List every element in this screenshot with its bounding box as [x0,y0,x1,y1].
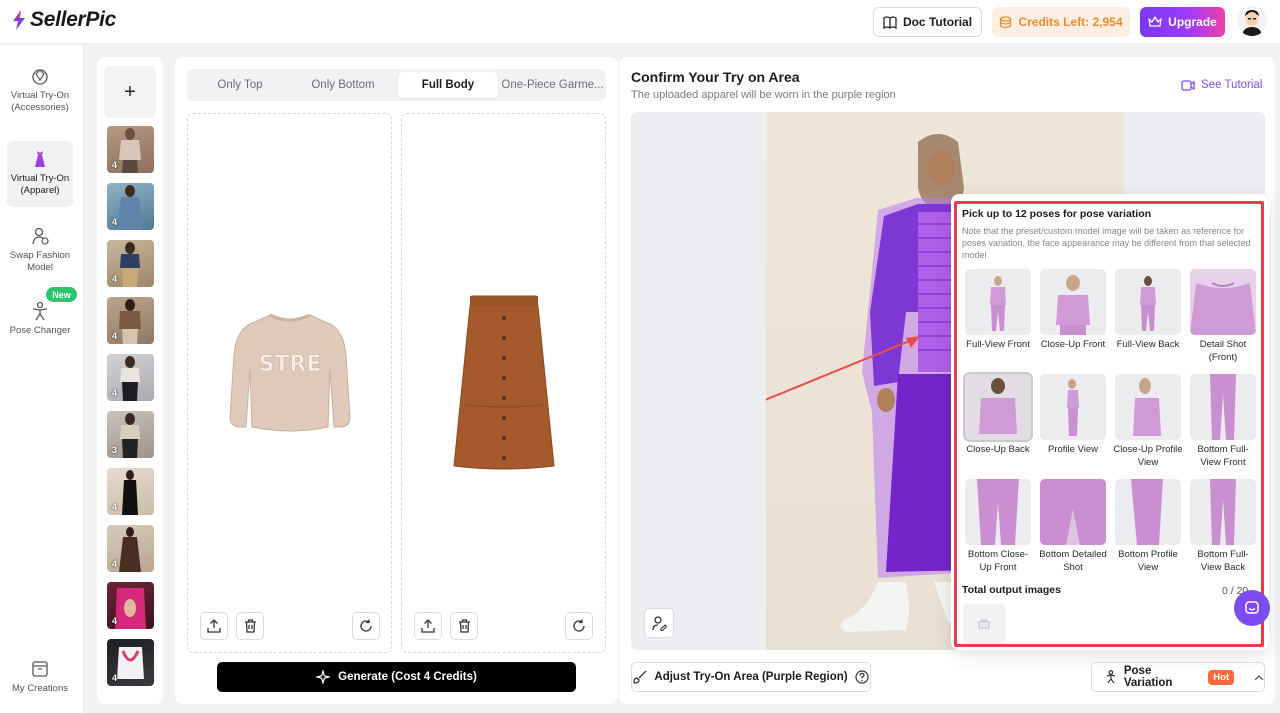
pose-option[interactable]: Full-View Front [963,269,1033,351]
person-settings-button[interactable] [644,608,674,638]
chevron-up-icon [1254,674,1264,680]
svg-text:STRE: STRE [259,352,322,377]
chat-icon [1245,601,1259,614]
tab-full-body[interactable]: Full Body [398,72,498,98]
upload-icon [421,619,435,633]
garment-panel: Only Top Only Bottom Full Body One-Piece… [175,57,618,704]
top-header: SellerPic Doc Tutorial Credits Left: 2,9… [0,0,1280,44]
upgrade-button[interactable]: Upgrade [1140,7,1225,37]
total-output-label: Total output images [962,584,1061,596]
user-avatar[interactable] [1237,6,1267,36]
coins-icon [1000,15,1012,28]
pose-option[interactable]: Close-Up Front [1038,269,1108,351]
popover-note: Note that the preset/custom model image … [962,226,1251,260]
help-icon[interactable] [854,670,869,684]
tab-only-bottom[interactable]: Only Bottom [293,72,393,98]
trash-icon [458,619,470,633]
upload-icon [207,619,221,633]
brush-icon [633,670,647,684]
history-thumbnail[interactable]: 4 [107,354,154,401]
generate-button[interactable]: Generate (Cost 4 Credits) [217,662,576,692]
see-tutorial-link[interactable]: See Tutorial [1181,79,1262,91]
tab-one-piece-garment[interactable]: One-Piece Garme... [502,72,603,98]
history-thumbnail[interactable]: 4 [107,240,154,287]
skirt-image [453,295,555,470]
pose-option[interactable]: Profile View [1038,374,1108,456]
book-icon [883,15,897,29]
pose-option[interactable]: Bottom Profile View [1113,479,1183,574]
hot-badge: Hot [1208,669,1235,685]
support-chat-button[interactable] [1234,590,1270,626]
nav-pose-changer[interactable]: Pose Changer [7,293,73,353]
crown-icon [1148,16,1162,27]
refresh-icon [573,619,585,632]
pose-icon [32,301,48,321]
pose-option[interactable]: Close-Up Back [963,372,1033,456]
output-placeholder [963,604,1005,644]
bolt-icon [13,10,25,30]
pose-icon [1106,670,1116,684]
bottom-garment-slot[interactable] [401,113,606,653]
garment-type-tabs: Only Top Only Bottom Full Body One-Piece… [187,69,606,101]
replace-button[interactable] [352,612,380,640]
pose-option[interactable]: Full-View Back [1113,269,1183,351]
pose-option[interactable]: Bottom Detailed Shot [1038,479,1108,574]
refresh-icon [360,619,372,632]
pose-option[interactable]: Detail Shot (Front) [1188,269,1258,364]
history-thumbnail[interactable]: 3 [107,411,154,458]
person-swap-icon [32,227,49,245]
credits-badge[interactable]: Credits Left: 2,954 [992,7,1130,37]
pose-option[interactable]: Bottom Full-View Back [1188,479,1258,574]
upload-button[interactable] [414,612,442,640]
history-thumbnail[interactable]: 4 [107,183,154,230]
history-thumbnail[interactable]: 4 [107,126,154,173]
left-nav: Virtual Try-On (Accessories) Virtual Try… [0,45,84,713]
nav-virtual-tryon-accessories[interactable]: Virtual Try-On (Accessories) [7,58,73,128]
pose-option[interactable]: Close-Up Profile View [1113,374,1183,469]
pose-option[interactable]: Bottom Close-Up Front [963,479,1033,574]
add-button[interactable]: + [104,66,156,118]
gem-icon [32,69,48,85]
history-thumbnail[interactable]: 4 [107,639,154,686]
pose-variation-popover: Pick up to 12 poses for pose variation N… [951,194,1269,650]
sweatshirt-image: STRE [229,313,351,432]
nav-swap-fashion-model[interactable]: Swap Fashion Model [7,218,73,278]
trash-icon [244,619,256,633]
nav-my-creations[interactable]: My Creations [7,651,73,697]
logo[interactable]: SellerPic [12,8,116,32]
folder-icon [32,661,48,677]
new-badge: New [46,287,77,302]
adjust-tryon-area-button[interactable]: Adjust Try-On Area (Purple Region) [631,662,871,692]
history-thumbnail[interactable]: 4 [107,582,154,629]
panel-subtitle: The uploaded apparel will be worn in the… [631,89,896,101]
pose-option[interactable]: Bottom Full-View Front [1188,374,1258,469]
video-icon [1181,79,1195,91]
replace-button[interactable] [565,612,593,640]
doc-tutorial-button[interactable]: Doc Tutorial [873,7,982,37]
app-name: SellerPic [30,8,117,31]
nav-virtual-tryon-apparel[interactable]: Virtual Try-On (Apparel) [7,141,73,207]
pose-variation-button[interactable]: Pose Variation Hot [1091,662,1265,692]
history-thumbnail[interactable]: 4 [107,525,154,572]
dress-icon [35,151,45,167]
upload-button[interactable] [200,612,228,640]
sparkle-icon [316,670,331,684]
popover-title: Pick up to 12 poses for pose variation [962,208,1152,220]
person-edit-icon [651,615,667,631]
delete-button[interactable] [450,612,478,640]
history-thumbnail[interactable]: 4 [107,468,154,515]
panel-title: Confirm Your Try on Area [631,69,800,85]
top-garment-slot[interactable]: STRE [187,113,392,653]
image-placeholder-icon [978,619,990,629]
history-thumbnails: + 4 4 4 4 4 3 4 4 4 4 [97,57,163,704]
tab-only-top[interactable]: Only Top [190,72,290,98]
history-thumbnail[interactable]: 4 [107,297,154,344]
delete-button[interactable] [236,612,264,640]
